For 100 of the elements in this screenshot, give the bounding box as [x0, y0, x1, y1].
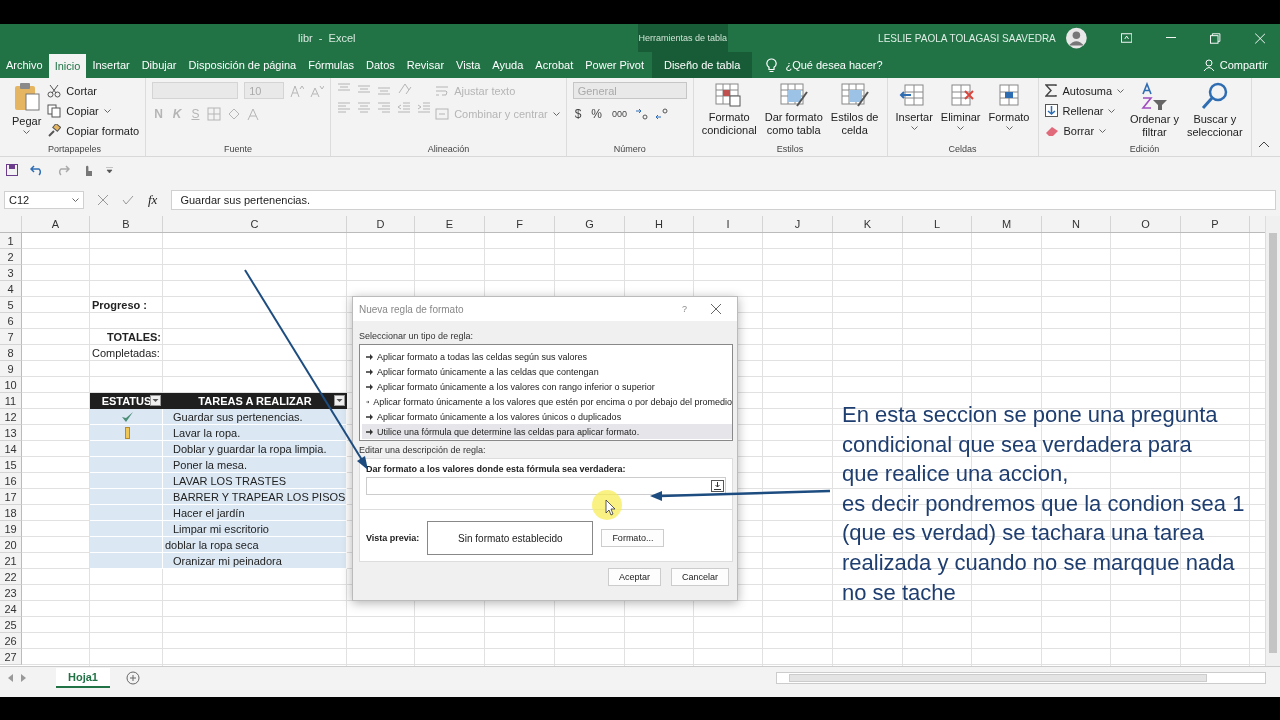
rule-type-item[interactable]: Aplicar formato únicamente a los valores únicos o duplicados [362, 409, 732, 424]
column-header[interactable]: B [90, 216, 163, 232]
column-header[interactable]: K [833, 216, 903, 232]
rule-type-item[interactable]: Utilice una fórmula que determine las celdas para aplicar formato. [362, 424, 732, 439]
cells-button[interactable]: Insertar [893, 82, 935, 130]
save-icon[interactable] [6, 164, 18, 176]
ribbon-tab[interactable]: Insertar [86, 52, 136, 78]
ribbon-tab[interactable]: Inicio [48, 54, 87, 78]
rule-type-item[interactable]: Aplicar formato a todas las celdas según sus valores [362, 349, 732, 364]
name-box[interactable]: C12 [4, 190, 84, 209]
column-header[interactable]: D [347, 216, 415, 232]
row-header[interactable]: 8 [0, 345, 22, 361]
row-header[interactable]: 10 [0, 377, 22, 393]
ribbon-tab[interactable]: Fórmulas [302, 52, 360, 78]
column-header[interactable]: C [163, 216, 347, 232]
increase-indent-icon[interactable] [417, 101, 432, 113]
cells-button[interactable]: Formato [986, 82, 1032, 130]
column-header[interactable]: M [972, 216, 1042, 232]
fill-color-icon[interactable] [227, 107, 242, 121]
share-button[interactable]: Compartir [1202, 52, 1268, 78]
row-header[interactable]: 24 [0, 601, 22, 617]
restore-icon[interactable] [1210, 32, 1221, 44]
cut-button[interactable]: Cortar [47, 82, 140, 99]
editing-button[interactable]: Autosuma [1044, 82, 1125, 99]
column-header[interactable]: F [485, 216, 555, 232]
rule-type-item[interactable]: Aplicar formato únicamente a los valores que estén por encima o por debajo del promedio [362, 394, 732, 409]
row-header[interactable]: 12 [0, 409, 22, 425]
shrink-font-icon[interactable] [310, 84, 325, 97]
row-header[interactable]: 13 [0, 425, 22, 441]
row-header[interactable]: 26 [0, 633, 22, 649]
editing-big-button[interactable]: Buscar y seleccionar [1184, 82, 1245, 139]
undo-icon[interactable] [30, 164, 44, 176]
text-align-icon[interactable] [377, 101, 392, 113]
column-header[interactable]: J [763, 216, 833, 232]
decrease-indent-icon[interactable] [397, 101, 412, 113]
insert-function-button[interactable]: fx [148, 191, 158, 208]
row-header[interactable]: 15 [0, 457, 22, 473]
row-header[interactable]: 19 [0, 521, 22, 537]
column-header[interactable]: E [415, 216, 485, 232]
row-header[interactable]: 4 [0, 281, 22, 297]
column-header[interactable]: L [903, 216, 972, 232]
ribbon-tab[interactable]: Datos [360, 52, 401, 78]
scrollbar-thumb[interactable] [789, 673, 1207, 682]
styles-button[interactable]: Dar formato como tabla [762, 82, 825, 137]
row-header[interactable]: 16 [0, 473, 22, 489]
checkmark-icon[interactable] [122, 194, 134, 205]
ribbon-tab[interactable]: Revisar [400, 52, 451, 78]
row-header[interactable]: 1 [0, 233, 22, 249]
decrease-decimal-icon[interactable] [655, 108, 670, 120]
column-header[interactable]: O [1111, 216, 1181, 232]
ribbon-tab[interactable]: Power Pivot [579, 52, 650, 78]
row-header[interactable]: 3 [0, 265, 22, 281]
filter-dropdown[interactable] [334, 395, 345, 406]
minimize-icon[interactable] [1165, 37, 1177, 39]
currency-button[interactable]: $ [572, 107, 584, 121]
ribbon-tab[interactable]: Archivo [0, 52, 49, 78]
percent-button[interactable]: % [589, 107, 605, 121]
text-orientation-icon[interactable] [397, 82, 414, 95]
column-header[interactable]: A [22, 216, 90, 232]
format-painter-button[interactable]: Copiar formato [47, 122, 140, 139]
row-header[interactable]: 25 [0, 617, 22, 633]
dialog-button[interactable]: Cancelar [670, 568, 729, 586]
scroll-left-icon[interactable] [8, 673, 13, 682]
editing-button[interactable]: Borrar [1044, 122, 1125, 139]
vertical-align-icon[interactable] [357, 82, 372, 95]
horizontal-scrollbar[interactable] [776, 671, 1266, 684]
search-field[interactable]: ¿Qué desea hacer? [785, 59, 896, 71]
avatar-icon[interactable] [1065, 27, 1087, 49]
column-header[interactable]: P [1181, 216, 1250, 232]
increase-decimal-icon[interactable] [635, 108, 650, 120]
borders-icon[interactable] [207, 107, 222, 121]
close-icon[interactable] [711, 304, 721, 314]
ribbon-tab[interactable]: Diseño de tabla [651, 52, 753, 78]
row-header[interactable]: 7 [0, 329, 22, 345]
ribbon-tab[interactable]: Ayuda [486, 52, 530, 78]
ribbon-tab[interactable]: Disposición de página [182, 52, 303, 78]
sheet-tab[interactable]: Hoja1 [56, 667, 110, 688]
vertical-scrollbar[interactable] [1265, 216, 1280, 666]
add-sheet-icon[interactable] [125, 670, 140, 685]
row-header[interactable]: 17 [0, 489, 22, 505]
row-header[interactable]: 2 [0, 249, 22, 265]
thousands-button[interactable]: 000 [610, 109, 630, 119]
rule-type-item[interactable]: Aplicar formato únicamente a los valores con rango inferior o superior [362, 379, 732, 394]
text-align-icon[interactable] [337, 101, 352, 113]
text-align-icon[interactable] [357, 101, 372, 113]
copy-button[interactable]: Copiar [47, 102, 140, 119]
ribbon-display-icon[interactable] [1120, 33, 1132, 43]
editing-button[interactable]: Rellenar [1044, 102, 1125, 119]
editing-big-button[interactable]: Ordenar y filtrar [1128, 82, 1181, 139]
scroll-right-icon[interactable] [21, 673, 26, 682]
row-header[interactable]: 20 [0, 537, 22, 553]
grow-font-icon[interactable] [290, 84, 305, 97]
row-header[interactable]: 11 [0, 393, 22, 409]
column-header[interactable]: N [1042, 216, 1111, 232]
column-header[interactable]: H [625, 216, 694, 232]
ribbon-tab[interactable]: Vista [450, 52, 487, 78]
cells-button[interactable]: Eliminar [938, 82, 983, 130]
rule-type-item[interactable]: Aplicar formato únicamente a las celdas que contengan [362, 364, 732, 379]
row-header[interactable]: 6 [0, 313, 22, 329]
cancel-icon[interactable] [98, 194, 108, 205]
